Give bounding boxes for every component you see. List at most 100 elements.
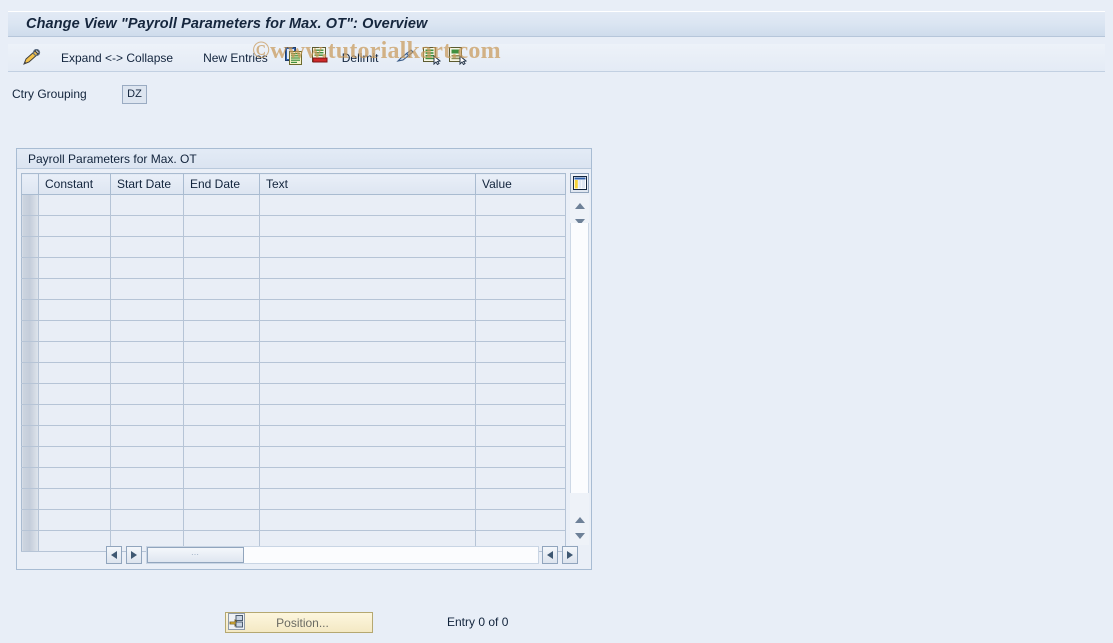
cell-end_date[interactable]: [183, 257, 260, 279]
table-settings-icon[interactable]: [570, 173, 589, 193]
table-row[interactable]: [21, 383, 566, 405]
hscroll-left-button[interactable]: [106, 546, 122, 564]
cell-constant[interactable]: [38, 509, 111, 531]
deselect-all-button[interactable]: [445, 46, 471, 70]
cell-value[interactable]: [475, 257, 566, 279]
column-header-start-date[interactable]: Start Date: [110, 173, 184, 195]
table-row[interactable]: [21, 362, 566, 384]
cell-text[interactable]: [259, 341, 476, 363]
column-header-end-date[interactable]: End Date: [183, 173, 260, 195]
cell-end_date[interactable]: [183, 446, 260, 468]
cell-value[interactable]: [475, 425, 566, 447]
cell-start_date[interactable]: [110, 404, 184, 426]
cell-value[interactable]: [475, 215, 566, 237]
cell-value[interactable]: [475, 278, 566, 300]
cell-end_date[interactable]: [183, 425, 260, 447]
vertical-scrollbar[interactable]: [570, 195, 589, 545]
ctry-grouping-value[interactable]: DZ: [122, 84, 147, 104]
cell-text[interactable]: [259, 404, 476, 426]
cell-end_date[interactable]: [183, 488, 260, 510]
cell-end_date[interactable]: [183, 341, 260, 363]
cell-start_date[interactable]: [110, 194, 184, 216]
cell-text[interactable]: [259, 299, 476, 321]
cell-start_date[interactable]: [110, 299, 184, 321]
cell-constant[interactable]: [38, 467, 111, 489]
row-selector-cell[interactable]: [21, 299, 39, 321]
cell-constant[interactable]: [38, 383, 111, 405]
column-header-text[interactable]: Text: [259, 173, 476, 195]
cell-constant[interactable]: [38, 320, 111, 342]
cell-end_date[interactable]: [183, 299, 260, 321]
table-row[interactable]: [21, 488, 566, 510]
cell-value[interactable]: [475, 236, 566, 258]
delete-button[interactable]: [307, 46, 333, 70]
cell-text[interactable]: [259, 215, 476, 237]
delimit-button[interactable]: Delimit: [333, 46, 388, 70]
cell-text[interactable]: [259, 467, 476, 489]
cell-value[interactable]: [475, 194, 566, 216]
cell-end_date[interactable]: [183, 467, 260, 489]
cell-text[interactable]: [259, 362, 476, 384]
cell-start_date[interactable]: [110, 362, 184, 384]
cell-text[interactable]: [259, 425, 476, 447]
cell-text[interactable]: [259, 509, 476, 531]
cell-end_date[interactable]: [183, 383, 260, 405]
row-selector-cell[interactable]: [21, 488, 39, 510]
row-selector-cell[interactable]: [21, 425, 39, 447]
row-selector-cell[interactable]: [21, 446, 39, 468]
cell-value[interactable]: [475, 488, 566, 510]
cell-text[interactable]: [259, 236, 476, 258]
cell-start_date[interactable]: [110, 278, 184, 300]
cell-constant[interactable]: [38, 341, 111, 363]
row-selector-cell[interactable]: [21, 215, 39, 237]
cell-value[interactable]: [475, 320, 566, 342]
cell-constant[interactable]: [38, 278, 111, 300]
table-row[interactable]: [21, 404, 566, 426]
cell-constant[interactable]: [38, 488, 111, 510]
table-row[interactable]: [21, 467, 566, 489]
horizontal-scroll-thumb[interactable]: ⋯: [147, 547, 244, 563]
cell-value[interactable]: [475, 341, 566, 363]
cell-constant[interactable]: [38, 215, 111, 237]
cell-start_date[interactable]: [110, 341, 184, 363]
row-selector-cell[interactable]: [21, 362, 39, 384]
cell-value[interactable]: [475, 467, 566, 489]
cell-constant[interactable]: [38, 446, 111, 468]
scroll-page-down-button[interactable]: [570, 529, 589, 543]
row-selector-cell[interactable]: [21, 383, 39, 405]
row-selector-cell[interactable]: [21, 257, 39, 279]
cell-start_date[interactable]: [110, 446, 184, 468]
cell-constant[interactable]: [38, 257, 111, 279]
table-row[interactable]: [21, 341, 566, 363]
row-selector-cell[interactable]: [21, 509, 39, 531]
cell-start_date[interactable]: [110, 215, 184, 237]
new-entries-button[interactable]: New Entries: [194, 46, 277, 70]
cell-value[interactable]: [475, 383, 566, 405]
cell-end_date[interactable]: [183, 320, 260, 342]
cell-start_date[interactable]: [110, 236, 184, 258]
row-selector-cell[interactable]: [21, 320, 39, 342]
cell-end_date[interactable]: [183, 509, 260, 531]
cell-constant[interactable]: [38, 194, 111, 216]
cell-text[interactable]: [259, 194, 476, 216]
row-selector-cell[interactable]: [21, 404, 39, 426]
row-selector-cell[interactable]: [21, 236, 39, 258]
cell-constant[interactable]: [38, 425, 111, 447]
cell-text[interactable]: [259, 278, 476, 300]
table-row[interactable]: [21, 425, 566, 447]
cell-start_date[interactable]: [110, 425, 184, 447]
copy-as-button[interactable]: [281, 46, 307, 70]
horizontal-scrollbar[interactable]: ⋯: [21, 545, 589, 565]
row-selector-cell[interactable]: [21, 194, 39, 216]
cell-start_date[interactable]: [110, 257, 184, 279]
cell-text[interactable]: [259, 488, 476, 510]
vertical-scroll-track[interactable]: [570, 223, 589, 493]
cell-constant[interactable]: [38, 404, 111, 426]
column-header-constant[interactable]: Constant: [38, 173, 111, 195]
table-row[interactable]: [21, 278, 566, 300]
table-row[interactable]: [21, 215, 566, 237]
cell-end_date[interactable]: [183, 215, 260, 237]
table-row[interactable]: [21, 509, 566, 531]
cell-value[interactable]: [475, 362, 566, 384]
table-row[interactable]: [21, 299, 566, 321]
